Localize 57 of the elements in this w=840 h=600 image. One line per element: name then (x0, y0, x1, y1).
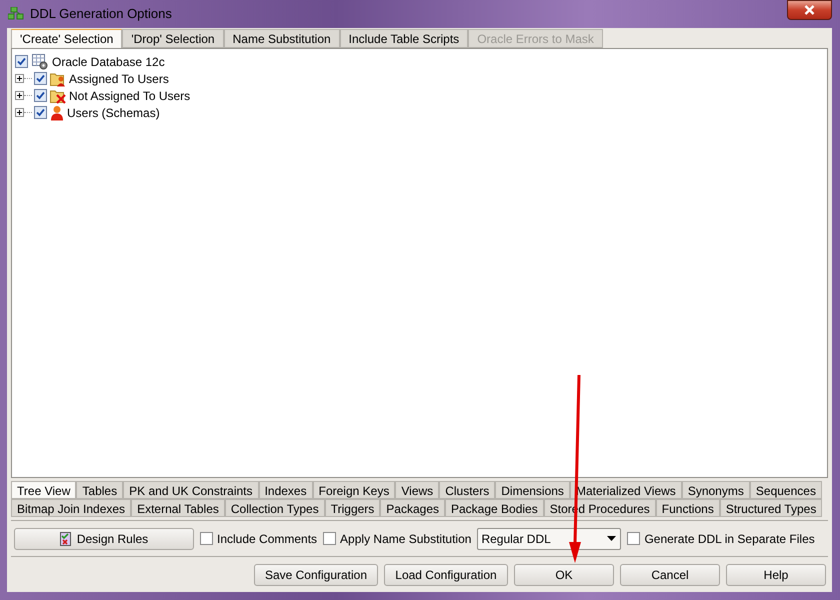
tab[interactable]: Synonyms (682, 481, 750, 500)
tab[interactable]: Name Substitution (224, 29, 340, 48)
tab[interactable]: Package Bodies (445, 499, 544, 518)
tree-item[interactable]: Not Assigned To Users (69, 86, 190, 104)
expand-icon[interactable] (15, 74, 24, 83)
database-icon (32, 54, 48, 70)
tab[interactable]: External Tables (131, 499, 225, 518)
tab[interactable]: Foreign Keys (312, 481, 396, 500)
checkbox-label: Apply Name Substitution (340, 530, 472, 548)
tree-item[interactable]: Assigned To Users (69, 70, 169, 88)
tab[interactable]: Dimensions (495, 481, 570, 500)
checkbox[interactable] (15, 55, 28, 68)
close-button[interactable] (787, 0, 832, 20)
tab[interactable]: Tables (76, 481, 124, 500)
checkbox[interactable] (200, 532, 213, 546)
tab[interactable]: Sequences (750, 481, 822, 500)
app-icon (8, 7, 24, 21)
dropdown-arrow-icon (607, 536, 616, 542)
tab[interactable]: Clusters (439, 481, 496, 500)
dialog-button[interactable]: Cancel (620, 564, 720, 586)
window-title: DDL Generation Options (30, 5, 172, 24)
tree-item[interactable]: Users (Schemas) (67, 104, 160, 122)
tab[interactable]: 'Drop' Selection (122, 29, 224, 48)
user-icon (50, 104, 64, 120)
dialog-button[interactable]: Load Configuration (384, 564, 508, 586)
tab[interactable]: Include Table Scripts (340, 29, 468, 48)
tab[interactable]: Bitmap Join Indexes (11, 499, 132, 518)
checkbox-label: Include Comments (217, 530, 318, 548)
dialog-button[interactable]: OK (514, 564, 614, 586)
tab[interactable]: Collection Types (224, 499, 325, 518)
tab[interactable]: 'Create' Selection (11, 29, 122, 48)
expand-icon[interactable] (15, 108, 24, 117)
ddl-type-dropdown[interactable]: Regular DDL (477, 528, 622, 550)
checklist-icon (60, 532, 71, 546)
tab[interactable]: Functions (656, 499, 720, 518)
checkbox[interactable] (34, 72, 47, 84)
tab[interactable]: Packages (380, 499, 445, 518)
checkbox[interactable] (34, 88, 47, 102)
tree-item[interactable]: Oracle Database 12c (52, 52, 165, 70)
user-folder-icon (50, 70, 66, 86)
dialog-button[interactable]: Save Configuration (254, 564, 378, 586)
expand-icon[interactable] (15, 91, 24, 100)
checkbox[interactable] (323, 532, 336, 546)
checkbox-label: Generate DDL in Separate Files (644, 530, 815, 548)
dialog-button[interactable]: Help (726, 564, 826, 586)
checkbox[interactable] (34, 106, 47, 118)
close-icon (804, 5, 815, 15)
tab[interactable]: Views (395, 481, 440, 500)
tab[interactable]: Structured Types (720, 499, 822, 518)
checkbox[interactable] (627, 532, 640, 546)
tab[interactable]: Indexes (258, 481, 313, 500)
tab[interactable]: PK and UK Constraints (123, 481, 259, 500)
design-rules-button[interactable]: Design Rules (14, 528, 194, 550)
tab[interactable]: Materialized Views (570, 481, 682, 500)
tab[interactable]: Triggers (324, 499, 380, 518)
excluded-folder-icon (50, 88, 66, 104)
tab[interactable]: Tree View (11, 481, 76, 500)
